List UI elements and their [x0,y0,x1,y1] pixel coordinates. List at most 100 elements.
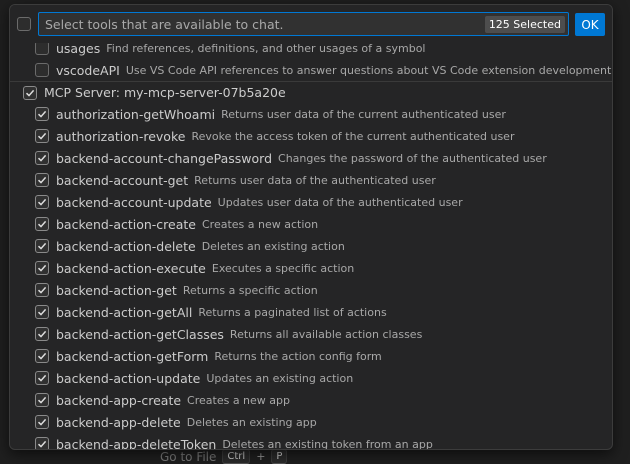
server-checkbox[interactable] [23,85,37,100]
tool-item[interactable]: backend-action-delete Deletes an existing… [10,235,612,257]
tool-checkbox[interactable] [35,41,49,55]
checkmark-icon [37,131,47,141]
checkmark-icon [37,417,47,427]
checkmark-icon [37,241,47,251]
tool-name: backend-action-execute [56,260,206,276]
tool-description: Returns user data of the authenticated u… [194,173,436,187]
checkmark-icon [37,285,47,295]
tool-checkbox[interactable] [35,173,49,187]
tool-item[interactable]: backend-action-execute Executes a specifi… [10,257,612,279]
tool-name: backend-account-get [56,172,189,188]
checkmark-icon [25,88,35,98]
tool-description: Updates an existing action [206,371,354,385]
tool-name: backend-action-getClasses [56,326,224,342]
key-ctrl: Ctrl [222,449,251,464]
tool-item[interactable]: backend-account-update Updates user data … [10,191,612,213]
checkmark-icon [37,373,47,383]
tool-checkbox[interactable] [35,239,49,253]
tool-item[interactable]: backend-action-create Creates a new actio… [10,213,612,235]
tool-item[interactable]: backend-action-update Updates an existing… [10,367,612,389]
tool-description: Changes the password of the authenticate… [278,151,547,165]
tool-name: backend-account-update [56,194,212,210]
tool-item[interactable]: backend-action-get Returns a specific act… [10,279,612,301]
tool-checkbox[interactable] [35,437,49,449]
tool-item[interactable]: backend-action-getAll Returns a paginated… [10,301,612,323]
checkmark-icon [37,395,47,405]
tool-filter-box: 125 Selected [38,12,569,36]
tool-description: Find references, definitions, and other … [106,41,426,55]
tool-description: Updates user data of the authenticated u… [217,195,463,209]
tool-checkbox[interactable] [35,217,49,231]
tool-description: Deletes an existing action [201,239,345,253]
checkmark-icon [37,175,47,185]
tool-checkbox[interactable] [35,305,49,319]
checkmark-icon [37,197,47,207]
tool-checkbox[interactable] [35,63,49,77]
tool-item[interactable]: backend-action-getForm Returns the action… [10,345,612,367]
tool-name: backend-account-changePassword [56,150,273,166]
tool-picker: usages Find references, definitions, and … [9,4,613,450]
tool-item[interactable]: authorization-getWhoami Returns user data… [10,103,612,125]
tool-checkbox[interactable] [35,349,49,363]
tool-checkbox[interactable] [35,151,49,165]
tool-description: Deletes an existing token from an app [222,437,433,450]
tool-checkbox[interactable] [35,393,49,407]
tool-checkbox[interactable] [35,415,49,429]
tool-name: backend-action-get [56,282,177,298]
key-plus: + [256,450,266,463]
tool-item[interactable]: authorization-revoke Revoke the access to… [10,125,612,147]
tool-item[interactable]: backend-app-deleteToken Deletes an existi… [10,433,612,450]
tool-checkbox[interactable] [35,371,49,385]
picker-header: 125 Selected OK [10,5,612,43]
tool-checkbox[interactable] [35,107,49,121]
tool-item[interactable]: backend-app-create Creates a new app [10,389,612,411]
checkmark-icon [37,439,47,449]
tool-item[interactable]: backend-account-changePassword Changes th… [10,147,612,169]
tool-name: backend-action-create [56,216,196,232]
tool-checkbox[interactable] [35,261,49,275]
tool-description: Returns a specific action [182,283,318,297]
tool-description: Creates a new action [201,217,319,231]
goto-file-label: Go to File [160,449,217,464]
tool-item[interactable]: backend-app-delete Deletes an existing ap… [10,411,612,433]
key-p: P [271,449,288,464]
tool-name: backend-action-delete [56,238,196,254]
tool-checkbox[interactable] [35,283,49,297]
checkmark-icon [37,307,47,317]
tool-item[interactable]: vscodeAPI Use VS Code API references to a… [10,59,612,81]
tool-checkbox[interactable] [35,129,49,143]
tool-description: Revoke the access token of the current a… [191,129,515,143]
tool-checkbox[interactable] [35,327,49,341]
tool-description: Deletes an existing app [186,415,317,429]
tool-description: Returns the action config form [214,349,382,363]
tool-name: backend-action-getAll [56,304,193,320]
tool-checkbox[interactable] [35,195,49,209]
checkmark-icon [37,109,47,119]
checkmark-icon [37,263,47,273]
ok-button[interactable]: OK [575,13,605,36]
tool-name: backend-app-delete [56,414,181,430]
tool-description: Executes a specific action [211,261,355,275]
tool-filter-input[interactable] [39,13,485,35]
tool-name: authorization-getWhoami [56,106,216,122]
checkmark-icon [37,329,47,339]
tool-name: backend-app-deleteToken [56,436,217,450]
server-label: MCP Server: my-mcp-server-07b5a20e [44,85,286,100]
checkmark-icon [37,153,47,163]
tool-description: Returns user data of the current authent… [221,107,506,121]
tool-name: backend-action-getForm [56,348,209,364]
selected-count-badge: 125 Selected [484,15,565,33]
tool-list: usages Find references, definitions, and … [10,5,612,449]
goto-file-hint: Go to File Ctrl + P [160,449,288,464]
tool-name: backend-action-update [56,370,201,386]
mcp-server-group[interactable]: MCP Server: my-mcp-server-07b5a20e [10,81,612,103]
select-all-checkbox[interactable] [17,17,31,31]
checkmark-icon [37,219,47,229]
tool-name: authorization-revoke [56,128,186,144]
tool-item[interactable]: backend-account-get Returns user data of … [10,169,612,191]
tool-name: vscodeAPI [56,62,120,78]
tool-description: Use VS Code API references to answer que… [125,63,613,77]
checkmark-icon [37,351,47,361]
tool-item[interactable]: backend-action-getClasses Returns all ava… [10,323,612,345]
tool-description: Returns a paginated list of actions [198,305,387,319]
